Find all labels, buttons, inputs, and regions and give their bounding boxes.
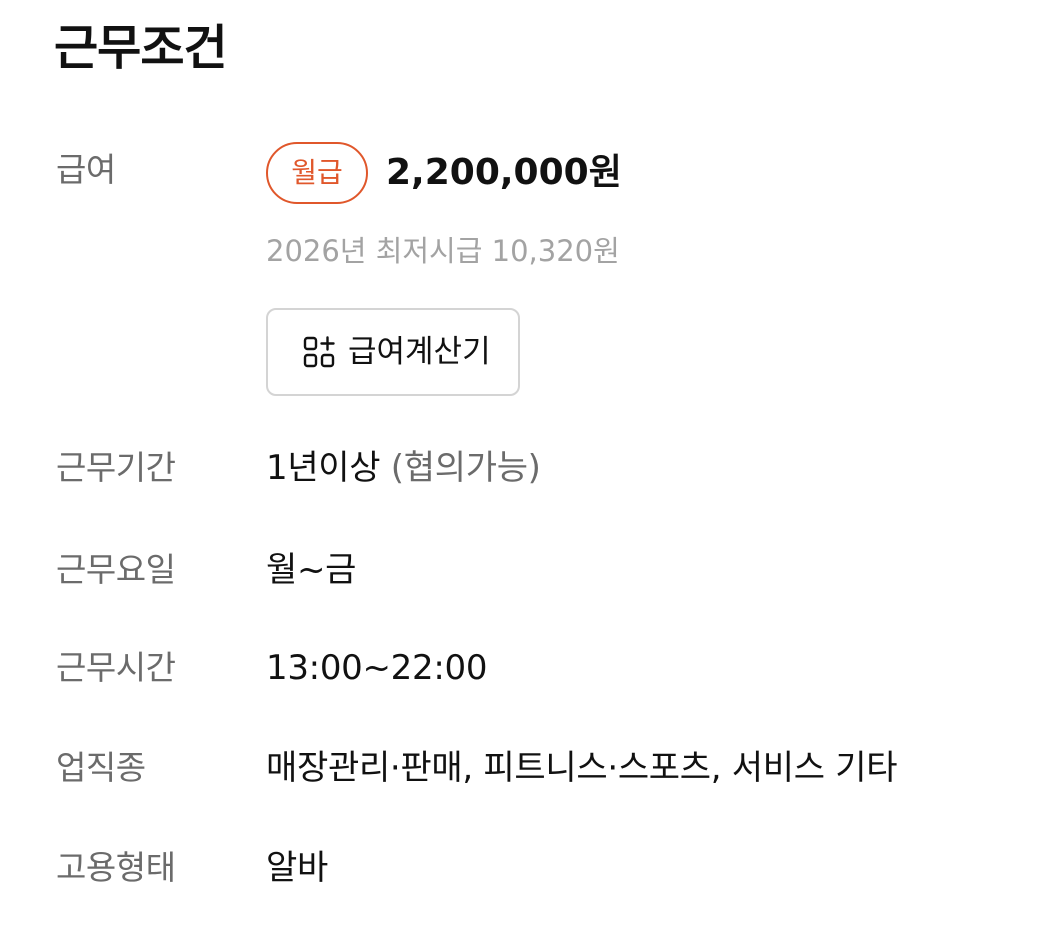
minimum-wage-note: 2026년 최저시급 10,320원 xyxy=(266,234,620,268)
period-value-group: 1년이상 (협의가능) xyxy=(266,446,541,490)
calculator-icon xyxy=(302,335,336,369)
pay-calculator-label: 급여계산기 xyxy=(348,334,491,370)
section-title: 근무조건 xyxy=(54,20,228,76)
pay-calculator-button[interactable]: 급여계산기 xyxy=(266,308,520,396)
days-value: 월~금 xyxy=(266,550,357,590)
hours-label: 근무시간 xyxy=(56,648,176,687)
employment-label: 고용형태 xyxy=(56,848,176,887)
category-label: 업직종 xyxy=(56,748,146,787)
hours-value: 13:00~22:00 xyxy=(266,648,488,688)
period-value: 1년이상 xyxy=(266,448,381,488)
period-note: (협의가능) xyxy=(390,448,541,488)
pay-amount: 2,200,000원 xyxy=(386,152,622,193)
pay-type-badge: 월급 xyxy=(266,142,368,204)
period-label: 근무기간 xyxy=(56,448,176,487)
days-label: 근무요일 xyxy=(56,550,176,589)
employment-value: 알바 xyxy=(266,848,328,888)
pay-label: 급여 xyxy=(56,150,116,189)
category-value: 매장관리·판매, 피트니스·스포츠, 서비스 기타 xyxy=(266,748,898,788)
